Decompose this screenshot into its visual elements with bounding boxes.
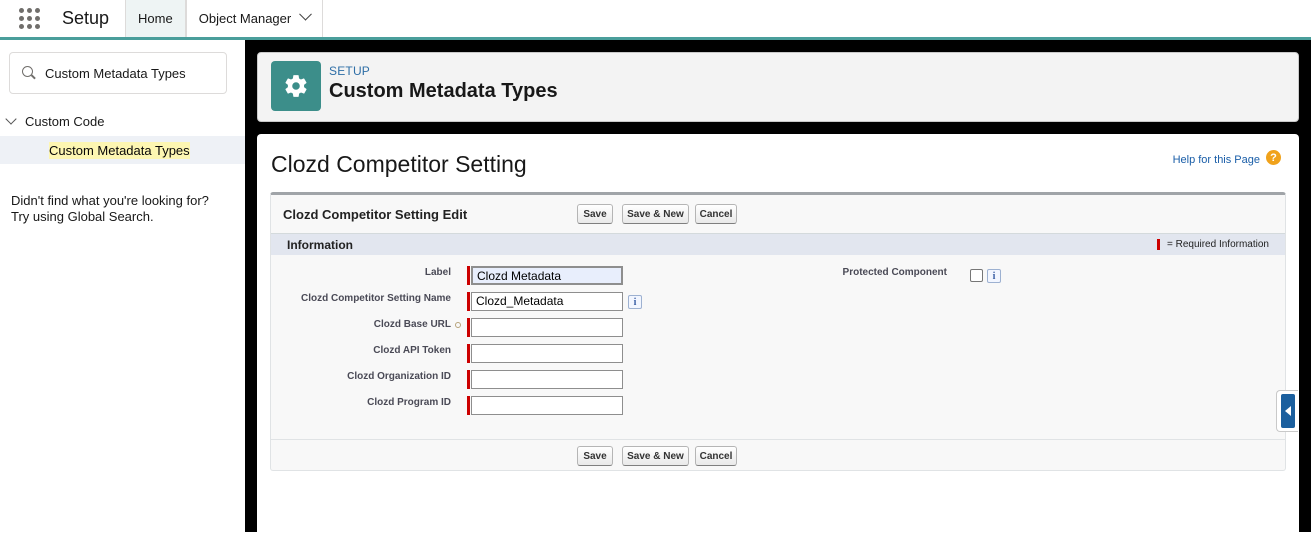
global-nav: Setup Home Object Manager — [0, 0, 1311, 40]
info-icon[interactable]: i — [628, 295, 642, 309]
cancel-button-bottom[interactable]: Cancel — [695, 446, 737, 466]
gear-icon — [285, 75, 307, 97]
header-icon-tile — [271, 61, 321, 111]
label-input[interactable]: Clozd Metadata — [471, 266, 623, 285]
collapse-panel-tab[interactable] — [1276, 390, 1298, 432]
protected-component-checkbox[interactable] — [970, 269, 983, 282]
required-marker — [467, 396, 470, 415]
required-marker — [467, 292, 470, 311]
required-marker — [467, 318, 470, 337]
base-url-input[interactable] — [471, 318, 623, 337]
save-button-bottom[interactable]: Save — [577, 446, 613, 466]
base-url-field-label: Clozd Base URL — [373, 319, 451, 330]
quick-find-value[interactable]: Custom Metadata Types — [45, 66, 186, 81]
setting-name-input[interactable]: Clozd_Metadata — [471, 292, 623, 311]
help-link[interactable]: Help for this Page — [1173, 154, 1260, 166]
help-hint-icon[interactable] — [455, 322, 461, 328]
required-marker — [1156, 239, 1160, 250]
edit-block: Clozd Competitor Setting Edit Save Save … — [270, 192, 1286, 471]
not-found-line-2: Try using Global Search. — [11, 209, 154, 224]
cancel-button[interactable]: Cancel — [695, 204, 737, 224]
content-panel: Clozd Competitor Setting Help for this P… — [257, 134, 1299, 534]
organization-id-input[interactable] — [471, 370, 623, 389]
setup-sidebar: Custom Metadata Types Custom Code Custom… — [0, 40, 245, 532]
label-field-label: Label — [424, 267, 451, 278]
search-icon — [22, 66, 36, 80]
save-new-button-bottom[interactable]: Save & New — [622, 446, 689, 466]
save-new-button[interactable]: Save & New — [622, 204, 689, 224]
chevron-down-icon[interactable] — [5, 113, 17, 125]
block-divider — [271, 439, 1285, 440]
not-found-line-1: Didn't find what you're looking for? — [11, 193, 209, 208]
required-marker — [467, 370, 470, 389]
section-header-information: Information = Required Information — [271, 233, 1285, 255]
help-icon[interactable]: ? — [1266, 150, 1281, 165]
app-name: Setup — [62, 8, 110, 28]
info-icon[interactable]: i — [987, 269, 1001, 283]
main-area: SETUP Custom Metadata Types Clozd Compet… — [245, 40, 1311, 534]
tree-item-custom-metadata-types[interactable]: Custom Metadata Types — [0, 136, 245, 164]
section-title: Information — [287, 238, 353, 252]
setting-name-field-label: Clozd Competitor Setting Name — [300, 293, 451, 304]
collapse-handle[interactable] — [1280, 394, 1295, 428]
api-token-input[interactable] — [471, 344, 623, 363]
page-title: Clozd Competitor Setting — [271, 151, 527, 177]
tab-object-manager[interactable]: Object Manager — [185, 0, 324, 37]
tree-item-custom-code[interactable]: Custom Code — [0, 110, 245, 132]
tab-home-label: Home — [138, 11, 173, 26]
required-legend: = Required Information — [1156, 239, 1269, 250]
edit-block-title: Clozd Competitor Setting Edit — [283, 207, 468, 222]
page-header-title: Custom Metadata Types — [329, 80, 558, 102]
tree-item-custom-metadata-types-label: Custom Metadata Types — [49, 141, 190, 159]
program-id-input[interactable] — [471, 396, 623, 415]
chevron-down-icon[interactable] — [299, 7, 313, 21]
protected-component-label: Protected Component — [842, 267, 947, 278]
required-marker — [467, 266, 470, 285]
not-found-hint: Didn't find what you're looking for? Try… — [11, 193, 209, 225]
app-launcher-icon[interactable] — [0, 0, 58, 37]
program-id-field-label: Clozd Program ID — [367, 397, 451, 408]
required-legend-text: = Required Information — [1166, 239, 1269, 250]
page-header: SETUP Custom Metadata Types — [257, 52, 1299, 122]
breadcrumb: SETUP — [329, 64, 371, 78]
tab-home[interactable]: Home — [125, 0, 186, 37]
quick-find-input[interactable]: Custom Metadata Types — [9, 52, 227, 94]
save-button[interactable]: Save — [577, 204, 613, 224]
tab-object-manager-label: Object Manager — [198, 11, 292, 26]
organization-id-field-label: Clozd Organization ID — [347, 371, 451, 382]
caret-left-icon — [1284, 406, 1291, 416]
tree-item-custom-code-label: Custom Code — [25, 113, 105, 129]
required-marker — [467, 344, 470, 363]
api-token-field-label: Clozd API Token — [373, 345, 451, 356]
